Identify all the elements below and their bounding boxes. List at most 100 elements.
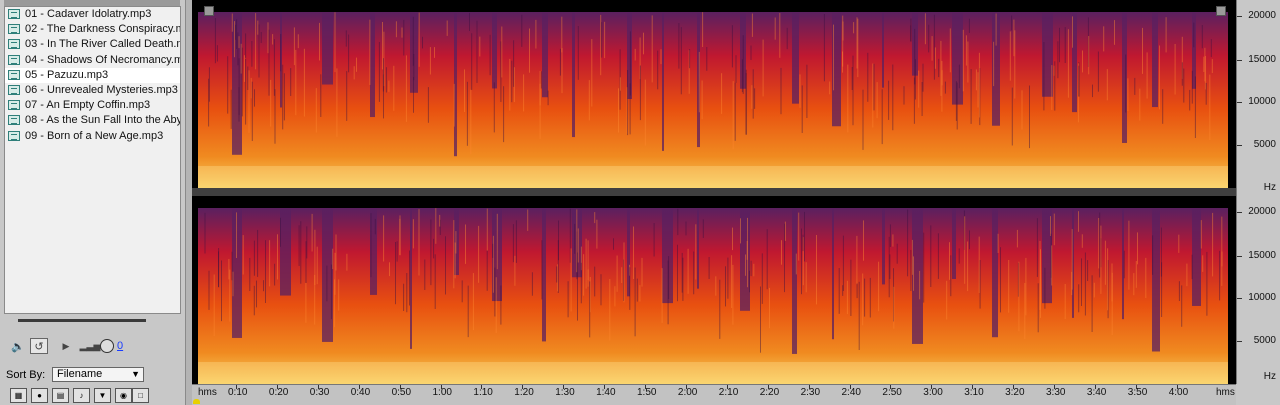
time-label: 3:40: [1086, 387, 1107, 398]
spectrogram-left-channel[interactable]: [192, 0, 1236, 188]
sort-select[interactable]: Filename ▼: [52, 367, 144, 382]
spectrogram-streak: [218, 251, 219, 287]
spectrogram-streak: [1082, 50, 1083, 73]
time-tick: [317, 385, 319, 389]
folder-icon[interactable]: □: [132, 388, 149, 403]
spectrogram-streak: [496, 213, 498, 270]
audio-file-icon: [8, 69, 20, 80]
spectrogram-streak: [715, 276, 717, 296]
spectrogram-streak: [311, 213, 313, 252]
spectrogram-streak: [805, 262, 807, 293]
time-tick: [1176, 385, 1178, 389]
spectrogram-streak: [769, 287, 770, 329]
zoom-handle-left[interactable]: [204, 6, 214, 16]
file-list-item[interactable]: 07 - An Empty Coffin.mp3: [5, 98, 180, 113]
spectrogram-streak: [1204, 47, 1206, 82]
file-list-item[interactable]: 05 - Pazuzu.mp3: [5, 67, 180, 83]
volume-value[interactable]: 0: [117, 337, 123, 355]
spectrogram-streak: [749, 270, 750, 293]
file-list[interactable]: 01 - Cadaver Idolatry.mp3 02 - The Darkne…: [4, 6, 181, 314]
spectrogram-streak: [1064, 27, 1066, 64]
spectrogram-streak: [242, 235, 244, 275]
spectrogram-streak: [1054, 61, 1056, 111]
file-list-scrollbar[interactable]: [18, 319, 146, 322]
spectrogram-streak: [255, 13, 257, 70]
spectrogram-streak: [850, 259, 852, 316]
spectrogram-streak: [316, 246, 318, 285]
spectrogram-streak: [1142, 27, 1143, 74]
spectrogram-streak: [702, 219, 704, 238]
zoom-handle-right[interactable]: [1216, 6, 1226, 16]
freq-label: 20000: [1248, 10, 1276, 21]
file-list-item[interactable]: 06 - Unrevealed Mysteries.mp3: [5, 83, 180, 98]
spectrogram-streak: [1051, 245, 1053, 286]
file-list-item[interactable]: 08 - As the Sun Fall Into the Abyss.mp3: [5, 113, 180, 128]
spectrogram-streak: [701, 80, 703, 120]
film-icon[interactable]: ▤: [52, 388, 69, 403]
spectrogram-streak: [409, 250, 410, 306]
spectrogram-streak: [853, 22, 855, 34]
play-icon[interactable]: ▶: [60, 337, 72, 355]
freq-unit-label-bottom: Hz: [1263, 371, 1276, 382]
spectrogram-streak: [486, 208, 488, 251]
insert-icon[interactable]: ▦: [10, 388, 27, 403]
loop-button[interactable]: ↺: [30, 338, 48, 354]
spectrogram-streak: [303, 48, 305, 117]
file-list-item[interactable]: 09 - Born of a New Age.mp3: [5, 129, 180, 144]
spectrogram-streak: [260, 32, 262, 43]
spectrogram-streak: [1037, 283, 1039, 333]
spectrogram-streak: [374, 218, 376, 235]
spectrogram-streak: [856, 283, 858, 299]
spectrogram-streak: [523, 74, 525, 112]
playhead-marker[interactable]: [193, 399, 200, 404]
spectrogram-streak: [833, 24, 834, 91]
volume-bars-icon: ▂▃▅: [79, 340, 101, 351]
spectrogram-streak: [247, 66, 249, 90]
freq-tick: [1237, 298, 1242, 299]
spectrogram-streak: [816, 235, 817, 305]
freq-label: 10000: [1248, 292, 1276, 303]
file-list-item[interactable]: 01 - Cadaver Idolatry.mp3: [5, 7, 180, 22]
spectrogram-streak: [258, 24, 260, 78]
spectrogram-streak: [693, 251, 695, 295]
time-tick: [481, 385, 483, 389]
time-tick: [645, 385, 646, 389]
freq-label: 5000: [1253, 335, 1276, 346]
spectrogram-streak: [641, 257, 643, 287]
spectrogram-gap: [492, 12, 497, 89]
audio-file-icon: [8, 54, 20, 65]
eye-icon[interactable]: ◉: [115, 388, 132, 403]
spectrogram-streak: [383, 58, 384, 119]
spectrogram-streak: [892, 234, 894, 247]
spectrogram-streak: [521, 14, 523, 47]
filter-icon[interactable]: ▼: [94, 388, 111, 403]
spectrogram-right-channel[interactable]: [192, 196, 1236, 384]
spectrogram-streak: [1133, 273, 1135, 296]
file-list-item[interactable]: 03 - In The River Called Death.mp3: [5, 37, 180, 52]
spectrogram-streak: [629, 31, 631, 96]
spectrogram-streak: [435, 208, 437, 244]
volume-knob-icon[interactable]: [100, 339, 114, 353]
spectrogram-streak: [248, 70, 250, 133]
spectrogram-streak: [277, 234, 278, 280]
spectral-display[interactable]: [192, 0, 1236, 384]
freq-label: 20000: [1248, 206, 1276, 217]
spectrogram-streak: [619, 77, 621, 91]
record-icon[interactable]: ●: [31, 388, 48, 403]
spectrogram-gap: [662, 12, 664, 151]
file-list-item[interactable]: 04 - Shadows Of Necromancy.mp3: [5, 53, 180, 68]
speaker-icon[interactable]: 🔈: [10, 337, 26, 355]
spectrogram-streak: [742, 35, 744, 94]
spectrogram-streak: [801, 85, 803, 133]
spectrogram-streak: [838, 268, 840, 314]
spectrogram-streak: [577, 252, 578, 321]
spectrogram-streak: [1088, 36, 1090, 75]
spectrogram-gap: [410, 208, 412, 349]
spectrogram-streak: [268, 29, 270, 96]
note-icon[interactable]: ♪: [73, 388, 90, 403]
spectrogram-streak: [795, 253, 797, 275]
spectrogram-streak: [515, 220, 517, 263]
spectrogram-streak: [1209, 74, 1211, 141]
spectrogram-streak: [919, 270, 921, 300]
file-list-item[interactable]: 02 - The Darkness Conspiracy.mp3: [5, 22, 180, 37]
